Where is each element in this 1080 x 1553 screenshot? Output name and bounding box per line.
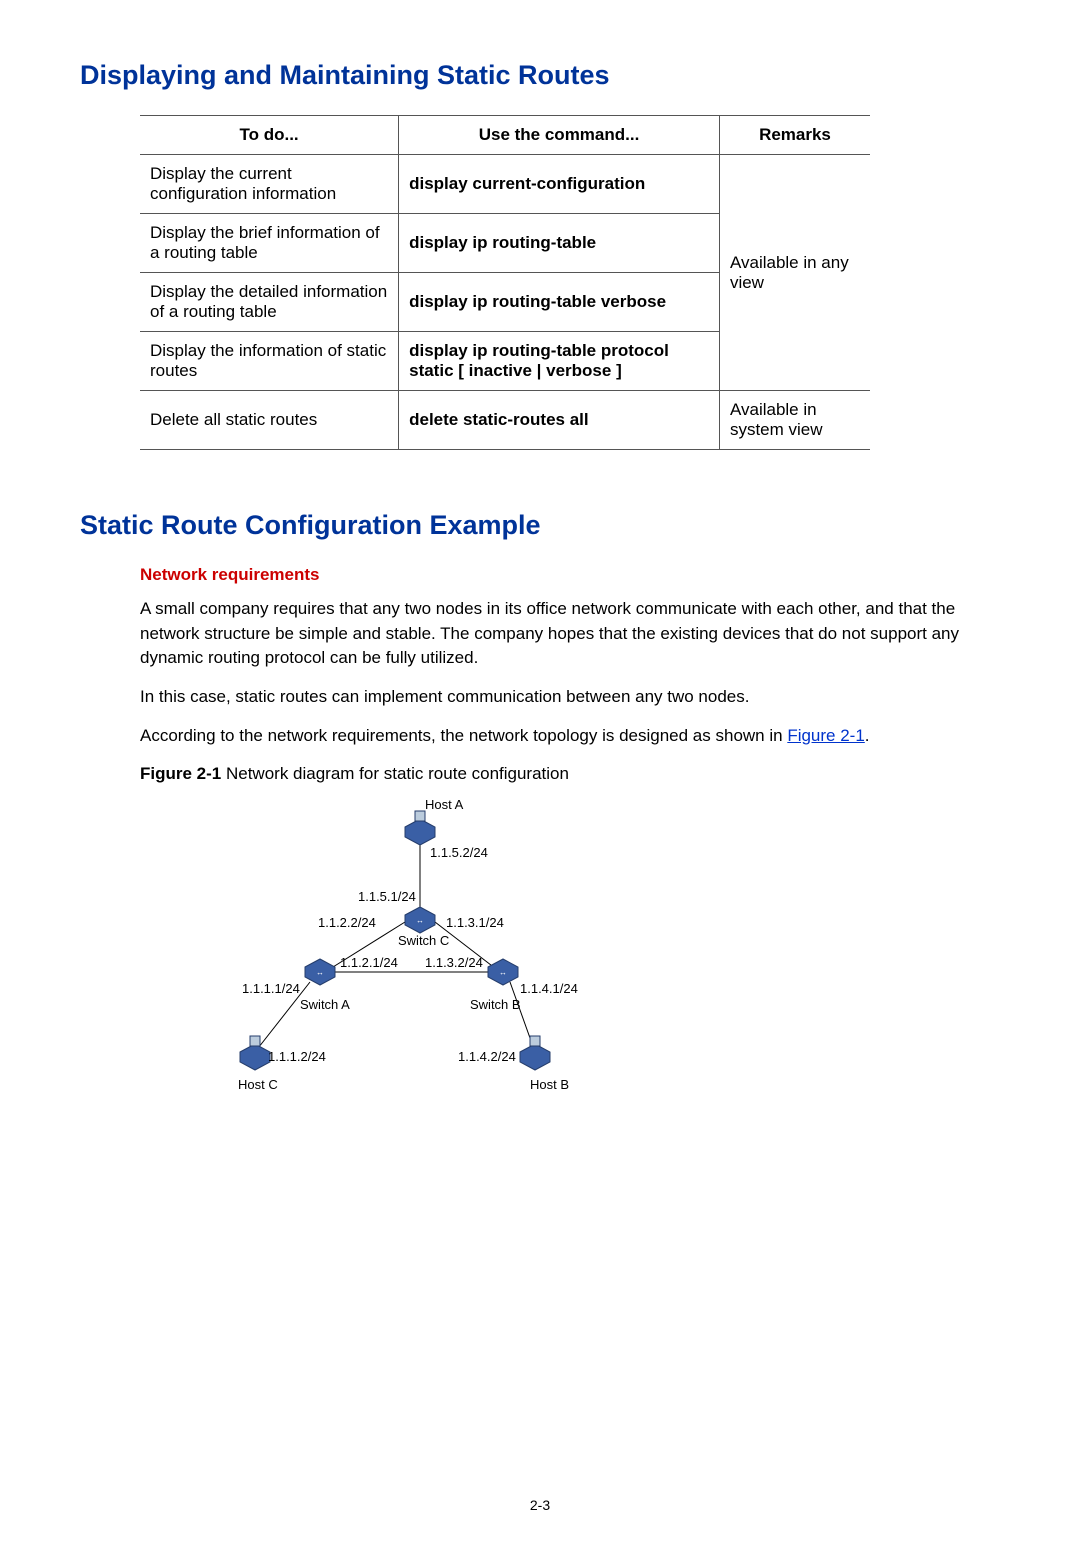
label-host-a: Host A: [425, 797, 463, 812]
label-ip: 1.1.3.2/24: [425, 955, 483, 970]
label-ip: 1.1.4.1/24: [520, 981, 578, 996]
figure-link[interactable]: Figure 2-1: [787, 726, 864, 745]
commands-table: To do... Use the command... Remarks Disp…: [140, 115, 870, 450]
svg-text:↔: ↔: [499, 968, 507, 977]
cell-cmd: delete static-routes all: [399, 391, 720, 450]
label-switch-c: Switch C: [398, 933, 449, 948]
table-row: Display the current configuration inform…: [140, 155, 870, 214]
th-remarks: Remarks: [719, 116, 870, 155]
cell-todo: Display the information of static routes: [140, 332, 399, 391]
label-ip: 1.1.1.1/24: [242, 981, 300, 996]
figure-caption-bold: Figure 2-1: [140, 764, 221, 783]
switch-a-icon: ↔: [305, 959, 335, 985]
heading-example: Static Route Configuration Example: [80, 510, 1000, 541]
cell-cmd: display ip routing-table protocol static…: [399, 332, 720, 391]
figure-caption: Figure 2-1 Network diagram for static ro…: [140, 762, 1000, 787]
cell-cmd: display current-configuration: [399, 155, 720, 214]
label-host-c: Host C: [238, 1077, 278, 1092]
cell-todo: Display the brief information of a routi…: [140, 214, 399, 273]
cell-todo: Display the current configuration inform…: [140, 155, 399, 214]
label-ip: 1.1.1.2/24: [268, 1049, 326, 1064]
label-host-b: Host B: [530, 1077, 569, 1092]
host-a-icon: [405, 811, 435, 845]
subheading-network-req: Network requirements: [140, 565, 1000, 585]
label-ip: 1.1.5.1/24: [358, 889, 416, 904]
cell-cmd: display ip routing-table verbose: [399, 273, 720, 332]
label-switch-b: Switch B: [470, 997, 521, 1012]
svg-text:↔: ↔: [316, 968, 324, 977]
paragraph: According to the network requirements, t…: [140, 724, 1000, 749]
cell-cmd: display ip routing-table: [399, 214, 720, 273]
cell-todo: Display the detailed information of a ro…: [140, 273, 399, 332]
paragraph: In this case, static routes can implemen…: [140, 685, 1000, 710]
network-diagram: ↔ ↔ ↔ Host A 1.1.5.2/24 1.1.5.1/24 1.1.2…: [180, 797, 560, 1117]
cell-remarks: Available in system view: [719, 391, 870, 450]
text: According to the network requirements, t…: [140, 726, 787, 745]
text: .: [865, 726, 870, 745]
label-ip: 1.1.3.1/24: [446, 915, 504, 930]
cell-remarks: Available in any view: [719, 155, 870, 391]
host-b-icon: [520, 1036, 550, 1070]
heading-displaying: Displaying and Maintaining Static Routes: [80, 60, 1000, 91]
th-todo: To do...: [140, 116, 399, 155]
switch-b-icon: ↔: [488, 959, 518, 985]
paragraph: A small company requires that any two no…: [140, 597, 1000, 671]
cell-todo: Delete all static routes: [140, 391, 399, 450]
figure-caption-text: Network diagram for static route configu…: [221, 764, 569, 783]
host-c-icon: [240, 1036, 270, 1070]
th-cmd: Use the command...: [399, 116, 720, 155]
switch-c-icon: ↔: [405, 907, 435, 933]
svg-text:↔: ↔: [416, 916, 424, 925]
label-ip: 1.1.2.2/24: [318, 915, 376, 930]
label-switch-a: Switch A: [300, 997, 350, 1012]
page-number: 2-3: [80, 1497, 1000, 1513]
label-ip: 1.1.4.2/24: [458, 1049, 516, 1064]
label-ip: 1.1.2.1/24: [340, 955, 398, 970]
table-row: Delete all static routes delete static-r…: [140, 391, 870, 450]
label-ip: 1.1.5.2/24: [430, 845, 488, 860]
